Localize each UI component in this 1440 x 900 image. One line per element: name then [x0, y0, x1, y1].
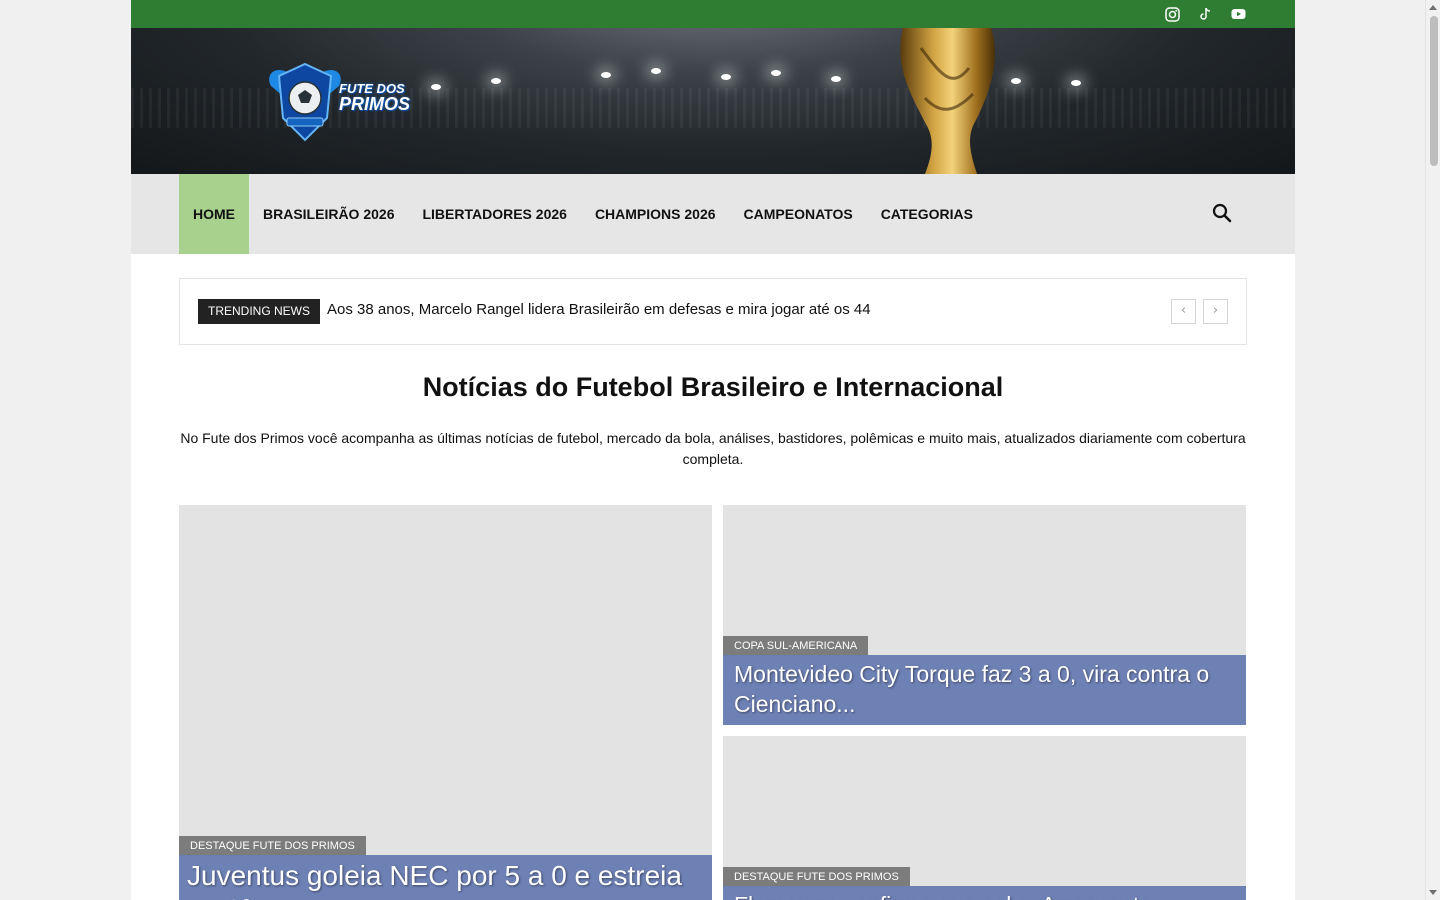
- instagram-icon[interactable]: [1164, 6, 1181, 23]
- tiktok-icon[interactable]: [1197, 6, 1214, 23]
- page-scrollbar[interactable]: [1425, 0, 1440, 900]
- main-nav: HOME BRASILEIRÃO 2026 LIBERTADORES 2026 …: [131, 174, 1295, 254]
- site-logo[interactable]: FUTE DOS PRIMOS: [265, 56, 435, 146]
- trending-headline[interactable]: Aos 38 anos, Marcelo Rangel lidera Brasi…: [327, 301, 871, 318]
- logo-wordmark: FUTE DOS PRIMOS: [339, 82, 410, 113]
- nav-item-brasileirao[interactable]: BRASILEIRÃO 2026: [249, 174, 408, 254]
- trending-news-bar: TRENDING NEWS Aos 38 anos, Marcelo Range…: [179, 278, 1247, 345]
- top-bar: [131, 0, 1295, 28]
- featured-card-main[interactable]: DESTAQUE FUTE DOS PRIMOS Juventus goleia…: [179, 505, 712, 900]
- featured-card-2[interactable]: COPA SUL-AMERICANA Montevideo City Torqu…: [723, 505, 1246, 725]
- nav-item-libertadores[interactable]: LIBERTADORES 2026: [408, 174, 580, 254]
- card-category[interactable]: DESTAQUE FUTE DOS PRIMOS: [179, 836, 366, 856]
- nav-item-campeonatos[interactable]: CAMPEONATOS: [730, 174, 867, 254]
- trending-tag: TRENDING NEWS: [198, 299, 320, 324]
- search-icon[interactable]: [1211, 202, 1233, 224]
- page: FUTE DOS PRIMOS HOME BRASILEIRÃO 2026 LI…: [131, 0, 1295, 900]
- card-title[interactable]: Montevideo City Torque faz 3 a 0, vira c…: [723, 655, 1246, 725]
- header-banner: FUTE DOS PRIMOS: [131, 28, 1295, 174]
- logo-line-2: PRIMOS: [339, 94, 411, 114]
- page-description: No Fute dos Primos você acompanha as últ…: [180, 430, 1246, 467]
- logo-emblem: [269, 62, 341, 142]
- featured-card-3[interactable]: DESTAQUE FUTE DOS PRIMOS Flamengo confir…: [723, 736, 1246, 900]
- scroll-down-icon[interactable]: [1429, 890, 1437, 895]
- scroll-up-icon[interactable]: [1429, 5, 1437, 10]
- card-title[interactable]: Juventus goleia NEC por 5 a 0 e estreia …: [179, 855, 712, 900]
- youtube-icon[interactable]: [1230, 6, 1247, 23]
- nav-item-champions[interactable]: CHAMPIONS 2026: [581, 174, 730, 254]
- card-title[interactable]: Flamengo confirma que salve Arrascaeta..…: [723, 886, 1246, 900]
- trophy-icon: [900, 28, 995, 174]
- social-links: [1164, 0, 1247, 28]
- nav-item-home[interactable]: HOME: [179, 174, 249, 254]
- scrollbar-thumb[interactable]: [1430, 16, 1438, 166]
- card-category[interactable]: DESTAQUE FUTE DOS PRIMOS: [723, 867, 910, 887]
- card-category[interactable]: COPA SUL-AMERICANA: [723, 636, 869, 656]
- chevron-right-icon[interactable]: ›: [1203, 299, 1228, 324]
- page-title: Notícias do Futebol Brasileiro e Interna…: [422, 372, 1004, 402]
- chevron-left-icon[interactable]: ‹: [1171, 299, 1196, 324]
- nav-item-categorias[interactable]: CATEGORIAS: [867, 174, 987, 254]
